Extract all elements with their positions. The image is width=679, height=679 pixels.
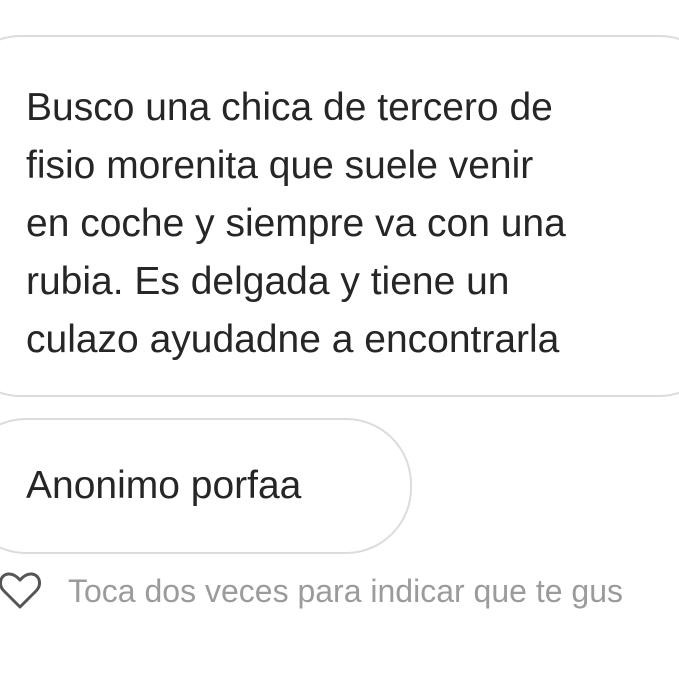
- message-text: Busco una chica de tercero de fisio more…: [26, 86, 566, 361]
- heart-outline-icon[interactable]: [0, 569, 42, 613]
- message-text: Anonimo porfaa: [26, 464, 302, 507]
- timestamp-cutoff: ​: [0, 0, 679, 6]
- message-bubble[interactable]: Busco una chica de tercero de fisio more…: [0, 35, 679, 397]
- like-row: Toca dos veces para indicar que te gus: [0, 566, 679, 616]
- message-bubble[interactable]: Anonimo porfaa: [0, 418, 412, 554]
- chat-screen: ​ Busco una chica de tercero de fisio mo…: [0, 0, 679, 679]
- like-hint-text: Toca dos veces para indicar que te gus: [68, 572, 623, 609]
